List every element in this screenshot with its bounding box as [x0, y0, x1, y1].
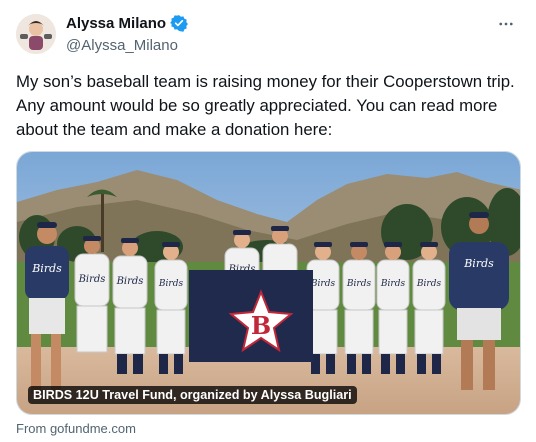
more-horizontal-icon[interactable]: [494, 12, 518, 36]
card-title: BIRDS 12U Travel Fund, organized by Alys…: [28, 386, 357, 404]
svg-text:B: B: [251, 311, 271, 340]
svg-text:Birds: Birds: [310, 279, 336, 289]
team-banner: B: [189, 270, 313, 362]
svg-text:Birds: Birds: [346, 279, 372, 289]
svg-text:Birds: Birds: [116, 276, 144, 287]
svg-text:Birds: Birds: [463, 257, 494, 270]
avatar-illustration: [16, 14, 56, 54]
tweet-text: My son’s baseball team is raising money …: [16, 72, 519, 139]
svg-text:Birds: Birds: [31, 262, 62, 275]
team-photo: Birds Birds Birds Birds Birds Birds Bird…: [17, 152, 520, 414]
svg-text:Birds: Birds: [158, 279, 184, 289]
tweet[interactable]: Alyssa Milano @Alyssa_Milano My son’s ba…: [0, 0, 536, 442]
svg-text:Birds: Birds: [380, 279, 406, 289]
verified-badge-icon: [170, 14, 188, 32]
avatar[interactable]: [16, 14, 56, 54]
link-card[interactable]: Birds Birds Birds Birds Birds Birds Bird…: [16, 151, 521, 415]
author-handle[interactable]: @Alyssa_Milano: [66, 37, 178, 54]
svg-text:Birds: Birds: [416, 279, 442, 289]
author-name-row: Alyssa Milano: [66, 14, 188, 32]
author-display-name[interactable]: Alyssa Milano: [66, 15, 166, 32]
card-source[interactable]: From gofundme.com: [16, 421, 136, 436]
svg-text:Birds: Birds: [78, 274, 106, 285]
